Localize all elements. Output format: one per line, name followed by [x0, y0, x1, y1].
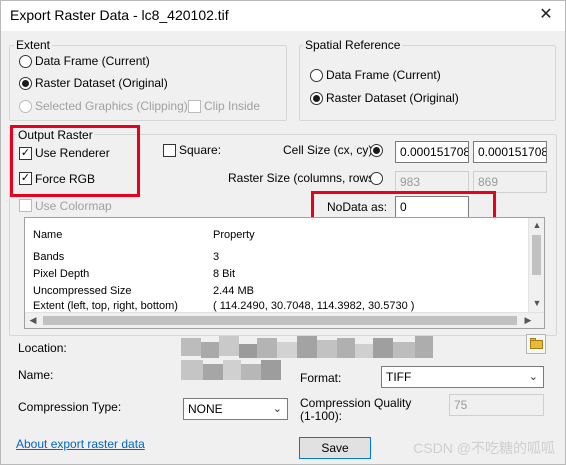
list-item: Bands [33, 251, 65, 263]
use-colormap-checkbox[interactable] [19, 199, 32, 212]
extent-data-frame-label: Data Frame (Current) [35, 54, 150, 68]
window-title: Export Raster Data - lc8_420102.tif [10, 7, 229, 23]
extent-selected-graphics-label: Selected Graphics (Clipping) [35, 99, 188, 113]
spatial-reference-group-label: Spatial Reference [303, 38, 403, 52]
folder-icon [530, 340, 543, 349]
property-value-header: Property [213, 229, 255, 241]
raster-properties-list[interactable]: Name Property Bands 3 Pixel Depth 8 Bit … [24, 217, 545, 329]
list-item: Uncompressed Size [33, 285, 132, 297]
scroll-up-icon[interactable]: ▲ [529, 220, 544, 230]
compression-type-label: Compression Type: [18, 400, 122, 414]
scroll-right-icon[interactable]: ▶ [520, 315, 536, 326]
extent-data-frame-radio[interactable] [19, 55, 32, 68]
name-label: Name: [18, 368, 54, 382]
vertical-scroll-thumb[interactable] [532, 235, 541, 275]
use-colormap-label: Use Colormap [35, 199, 112, 213]
save-button[interactable]: Save [299, 437, 371, 459]
vertical-scrollbar[interactable]: ▲ ▼ [528, 218, 544, 313]
compression-quality-input[interactable]: 75 [449, 394, 544, 416]
cell-size-label: Cell Size (cx, cy): [283, 143, 376, 157]
list-item-value: ( 114.2490, 30.7048, 114.3982, 30.5730 ) [213, 300, 415, 312]
square-label: Square: [179, 143, 222, 157]
raster-size-radio[interactable] [370, 172, 383, 185]
browse-folder-button[interactable] [526, 334, 546, 354]
extent-raster-dataset-radio[interactable] [19, 77, 32, 90]
location-label: Location: [18, 341, 67, 355]
list-item-value: 8 Bit [213, 268, 236, 280]
sr-raster-dataset-radio[interactable] [310, 92, 323, 105]
csdn-watermark: CSDN @不吃糖的呱呱 [413, 440, 555, 456]
horizontal-scroll-thumb[interactable] [43, 316, 517, 325]
about-export-link[interactable]: About export raster data [16, 437, 145, 451]
compression-quality-label-2: (1-100): [300, 409, 343, 423]
clip-inside-label: Clip Inside [204, 99, 261, 113]
horizontal-scrollbar[interactable]: ◀ ▶ [25, 312, 544, 328]
compression-type-value: NONE [188, 402, 223, 416]
raster-columns-input[interactable]: 983 [395, 171, 469, 193]
cell-size-cx-input[interactable]: 0.0001517083 [395, 141, 469, 163]
sr-raster-dataset-label: Raster Dataset (Original) [326, 91, 459, 105]
cell-size-cy-input[interactable]: 0.0001517083 [473, 141, 547, 163]
raster-size-label: Raster Size (columns, rows): [228, 171, 382, 185]
extent-raster-dataset-label: Raster Dataset (Original) [35, 76, 168, 90]
format-label: Format: [300, 371, 342, 385]
sr-data-frame-radio[interactable] [310, 69, 323, 82]
format-select[interactable]: TIFF ⌄ [381, 366, 544, 388]
title-bar: Export Raster Data - lc8_420102.tif ✕ [1, 1, 565, 31]
list-item-value: 3 [213, 251, 220, 263]
scroll-left-icon[interactable]: ◀ [25, 315, 41, 326]
property-name-header: Name [33, 229, 63, 241]
scroll-down-icon[interactable]: ▼ [529, 298, 544, 308]
spatial-reference-group [299, 45, 556, 121]
list-item: Extent (left, top, right, bottom) [33, 300, 178, 312]
format-select-value: TIFF [386, 370, 412, 384]
export-raster-dialog: Export Raster Data - lc8_420102.tif ✕ Ex… [0, 0, 566, 465]
sr-data-frame-label: Data Frame (Current) [326, 68, 441, 82]
close-icon[interactable]: ✕ [533, 4, 559, 26]
clip-inside-checkbox[interactable] [188, 100, 201, 113]
chevron-down-icon: ⌄ [528, 371, 538, 383]
square-checkbox[interactable] [163, 144, 176, 157]
highlight-output-raster [10, 125, 140, 197]
compression-quality-label-1: Compression Quality [300, 396, 412, 410]
list-item: Pixel Depth [33, 268, 90, 280]
list-item-value: 2.44 MB [213, 285, 254, 297]
raster-rows-input[interactable]: 869 [473, 171, 547, 193]
extent-group-label: Extent [14, 38, 53, 52]
compression-type-select[interactable]: NONE ⌄ [183, 398, 288, 420]
extent-selected-graphics-radio[interactable] [19, 100, 32, 113]
chevron-down-icon: ⌄ [272, 403, 282, 415]
cell-size-radio[interactable] [370, 144, 383, 157]
